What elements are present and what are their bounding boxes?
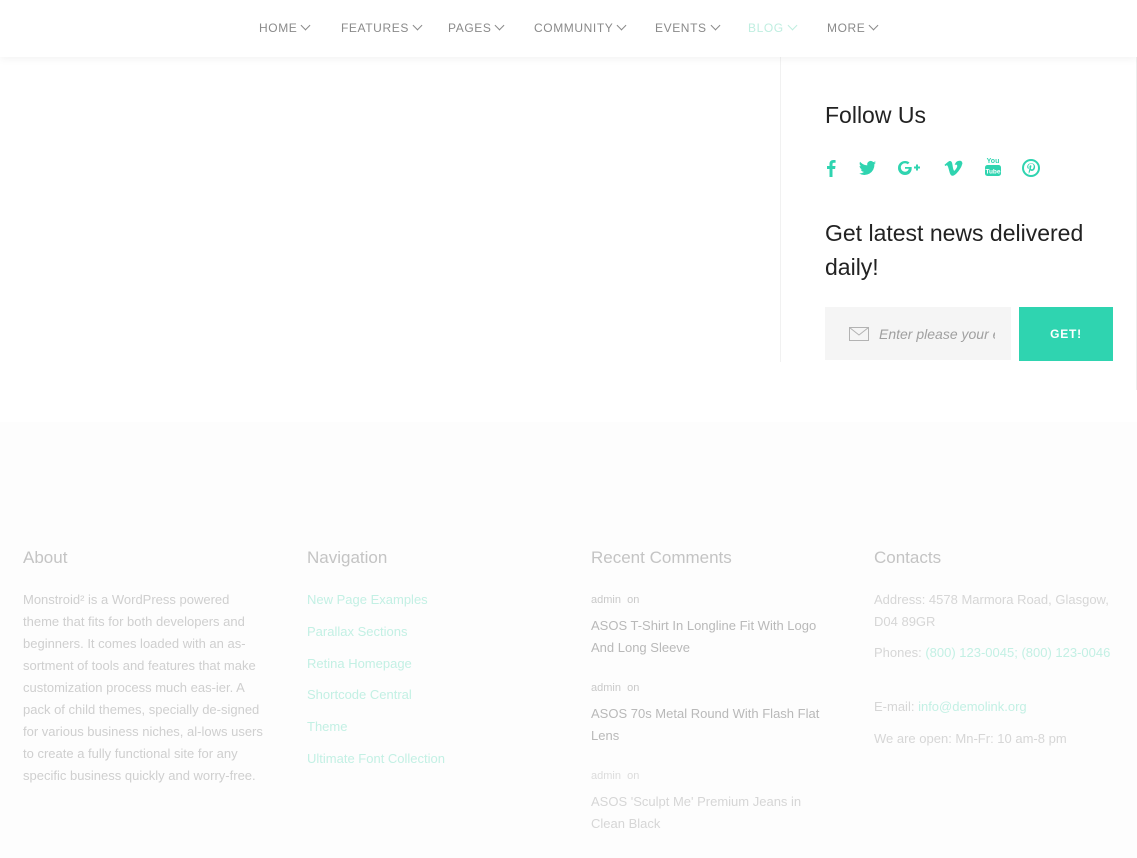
nav-label: HOME (259, 21, 298, 35)
subscribe-button[interactable]: GET! (1019, 307, 1113, 361)
about-text: Monstroid² is a WordPress powered theme … (23, 592, 263, 783)
chevron-down-icon (495, 20, 505, 31)
envelope-icon (849, 327, 869, 346)
nav-label: FEATURES (341, 21, 409, 35)
content-divider (780, 57, 781, 362)
newsletter-title: Get latest news delivered daily! (825, 216, 1083, 284)
nav-label: PAGES (448, 21, 492, 35)
comment-on: on (627, 682, 640, 694)
vimeo-icon[interactable] (942, 157, 964, 179)
comment-on: on (627, 770, 640, 782)
follow-us-title: Follow Us (825, 102, 926, 128)
comment-on: on (627, 594, 640, 606)
nav-label: MORE (827, 21, 866, 35)
facebook-icon[interactable] (820, 157, 842, 179)
comment-meta: admin on (591, 594, 639, 606)
comment-meta: admin on (591, 682, 639, 694)
email-link[interactable]: info@demolink.org (918, 699, 1027, 714)
about-title: About (23, 548, 68, 567)
contacts-title: Contacts (874, 548, 942, 567)
comment-author[interactable]: admin (591, 594, 621, 606)
email-input[interactable] (879, 307, 995, 360)
comment-post-link[interactable]: ASOS 70s Metal Round With Flash Flat Len… (591, 703, 826, 747)
footer-link-new-page-examples[interactable]: New Page Examples (307, 592, 428, 607)
footer-link-shortcode-central[interactable]: Shortcode Central (307, 687, 412, 702)
newsletter-title-line: Get latest news delivered (825, 220, 1084, 246)
contact-address: Address: 4578 Marmora Road, Glasgow, D04… (874, 592, 1109, 629)
chevron-down-icon (787, 20, 798, 31)
nav-more[interactable]: MORE (827, 20, 879, 35)
nav-label: BLOG (748, 21, 784, 35)
phones-link[interactable]: (800) 123-0045; (800) 123-0046 (925, 645, 1110, 660)
svg-text:Tube: Tube (985, 169, 1000, 176)
nav-label: EVENTS (655, 21, 707, 35)
comment-author[interactable]: admin (591, 770, 621, 782)
top-navigation: HOME FEATURES PAGES COMMUNITY EVENTS BLO… (0, 0, 1137, 57)
nav-community[interactable]: COMMUNITY (534, 20, 627, 35)
newsletter-email-field[interactable] (825, 307, 1011, 360)
contact-hours: We are open: Mn-Fr: 10 am-8 pm (874, 731, 1067, 746)
youtube-icon[interactable]: You Tube (982, 155, 1004, 179)
nav-home[interactable]: HOME (259, 20, 311, 35)
svg-text:You: You (987, 158, 1000, 165)
nav-pages[interactable]: PAGES (448, 20, 505, 35)
nav-features[interactable]: FEATURES (341, 20, 423, 35)
nav-label: COMMUNITY (534, 21, 614, 35)
navigation-title: Navigation (307, 548, 388, 567)
newsletter-title-line: daily! (825, 254, 879, 280)
chevron-down-icon (616, 20, 627, 31)
google-plus-icon[interactable] (897, 157, 923, 179)
comment-post-link[interactable]: ASOS T-Shirt In Longline Fit With Logo A… (591, 615, 826, 659)
recent-comments-title: Recent Comments (591, 548, 732, 567)
comment-author[interactable]: admin (591, 682, 621, 694)
chevron-down-icon (710, 20, 721, 31)
twitter-icon[interactable] (856, 157, 878, 179)
comment-meta: admin on (591, 770, 639, 782)
pinterest-icon[interactable] (1020, 157, 1042, 179)
email-label: E-mail: (874, 699, 915, 714)
chevron-down-icon (868, 20, 879, 31)
comment-post-link[interactable]: ASOS 'Sculpt Me' Premium Jeans in Clean … (591, 791, 826, 835)
chevron-down-icon (300, 20, 311, 31)
footer-link-theme[interactable]: Theme (307, 719, 347, 734)
contact-email: E-mail: info@demolink.org (874, 696, 1114, 718)
contact-phones: Phones: (800) 123-0045; (800) 123-0046 (874, 642, 1114, 664)
footer-link-retina-homepage[interactable]: Retina Homepage (307, 656, 412, 671)
footer-link-parallax-sections[interactable]: Parallax Sections (307, 624, 407, 639)
phones-label: Phones: (874, 645, 922, 660)
chevron-down-icon (412, 20, 423, 31)
nav-events[interactable]: EVENTS (655, 20, 721, 35)
footer-link-ultimate-font-collection[interactable]: Ultimate Font Collection (307, 751, 445, 766)
nav-blog[interactable]: BLOG (748, 20, 798, 35)
